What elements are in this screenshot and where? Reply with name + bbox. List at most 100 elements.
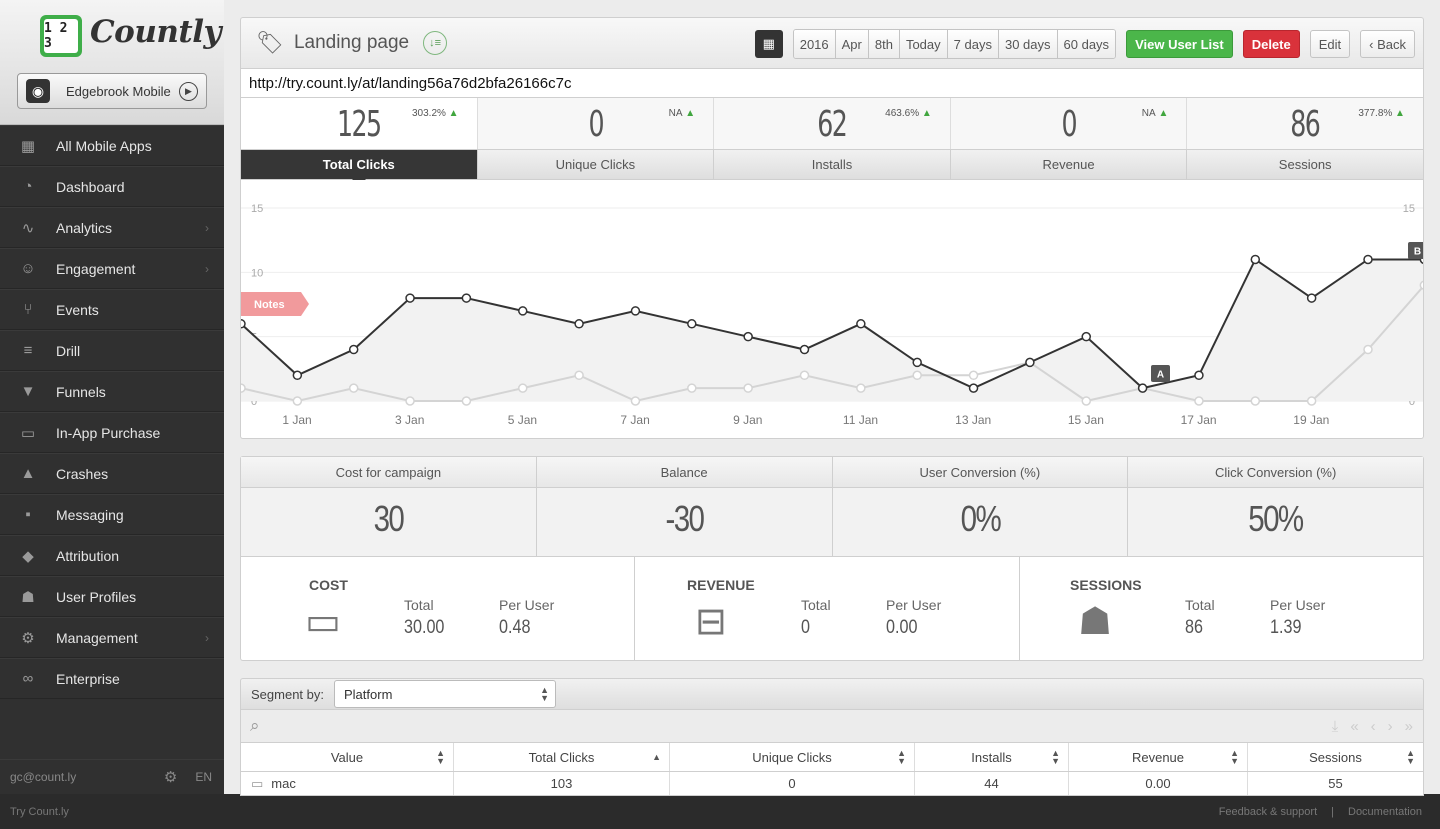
total-value: 86 bbox=[1185, 617, 1203, 638]
app-name: Edgebrook Mobile bbox=[66, 83, 171, 99]
column-header-unique-clicks[interactable]: Unique Clicks ▲ ▼ bbox=[670, 743, 915, 771]
countly-logo-icon[interactable]: 1 2 3 bbox=[40, 15, 82, 57]
tab-unique-clicks[interactable]: Unique Clicks bbox=[478, 150, 715, 179]
sidebar-item-analytics[interactable]: ∿ Analytics › bbox=[0, 207, 224, 248]
next-page-icon[interactable]: › bbox=[1388, 718, 1393, 735]
sidebar-item-label: User Profiles bbox=[56, 588, 137, 605]
stat-tabs: Total Clicks Unique Clicks Installs Revenue… bbox=[240, 149, 1424, 186]
last-page-icon[interactable]: » bbox=[1405, 718, 1413, 735]
prev-page-icon[interactable]: ‹ bbox=[1371, 718, 1376, 735]
app-icon: ◉ bbox=[26, 79, 50, 103]
table-cell: 0.00 bbox=[1069, 772, 1248, 795]
app-selector[interactable]: ◉ Edgebrook Mobile ▶ bbox=[17, 73, 207, 109]
sidebar-nav: ▦ All Mobile Apps ◔ Dashboard ∿ Analytics › ☺ En… bbox=[0, 125, 224, 699]
sidebar-item-label: Enterprise bbox=[56, 670, 120, 687]
total-label: Total bbox=[801, 597, 831, 613]
stat-card[interactable]: 0 NA ▲ bbox=[478, 98, 715, 149]
date-button-apr[interactable]: Apr bbox=[835, 30, 869, 58]
sidebar-item-label: Drill bbox=[56, 342, 81, 359]
download-icon[interactable]: ⤓ bbox=[1332, 718, 1339, 735]
card-icon: ▭ bbox=[20, 424, 36, 442]
landing-url[interactable]: http://try.count.ly/at/landing56a76d2bfa… bbox=[240, 68, 1424, 98]
table-cell: 44 bbox=[915, 772, 1069, 795]
series-point-0 bbox=[1081, 331, 1091, 342]
series-point-1 bbox=[1250, 396, 1261, 406]
sidebar-item-messaging[interactable]: ▪ Messaging bbox=[0, 494, 224, 535]
x-tick-label: 11 Jan bbox=[843, 413, 878, 427]
table-header: Value ▲ ▼ Total Clicks ▲ Unique Clicks ▲ ▼ Insta… bbox=[240, 743, 1424, 772]
series-point-0 bbox=[292, 370, 303, 381]
date-button-2016[interactable]: 2016 bbox=[793, 30, 836, 58]
delete-button[interactable]: Delete bbox=[1242, 30, 1300, 58]
series-point-0 bbox=[1137, 383, 1148, 393]
per-user-label: Per User bbox=[886, 597, 942, 613]
segment-select[interactable]: Platform ▲ ▼ bbox=[334, 680, 556, 708]
documentation-link[interactable]: Documentation bbox=[1348, 806, 1422, 818]
date-button-60-days[interactable]: 60 days bbox=[1057, 30, 1116, 58]
try-countly-link[interactable]: Try Count.ly bbox=[10, 806, 69, 818]
settings-gear-icon[interactable]: ⚙ bbox=[164, 768, 177, 786]
sidebar-item-events[interactable]: ⑂ Events bbox=[0, 289, 224, 330]
first-page-icon[interactable]: « bbox=[1350, 718, 1358, 735]
sidebar-item-label: Funnels bbox=[56, 383, 106, 400]
view-user-list-button[interactable]: View User List bbox=[1126, 30, 1233, 58]
stat-change: 303.2% ▲ bbox=[412, 108, 459, 119]
table-toolbar: ⌕ ⤓ « ‹ › » bbox=[240, 710, 1424, 743]
date-button-7-days[interactable]: 7 days bbox=[947, 30, 999, 58]
add-user-icon: ☗ bbox=[1078, 601, 1113, 643]
sidebar-item-crashes[interactable]: ▲ Crashes bbox=[0, 453, 224, 494]
column-header-installs[interactable]: Installs ▲ ▼ bbox=[915, 743, 1069, 771]
sort-icon[interactable]: ↓≡ bbox=[423, 31, 448, 55]
edit-button[interactable]: Edit bbox=[1309, 30, 1351, 58]
search-icon[interactable]: ⌕ bbox=[250, 716, 260, 736]
total-label: Total bbox=[404, 597, 434, 613]
table-cell: 0 bbox=[670, 772, 915, 795]
stat-card[interactable]: 0 NA ▲ bbox=[951, 98, 1188, 149]
user-email[interactable]: gc@count.ly bbox=[10, 770, 164, 784]
monitor-icon: ▭ bbox=[251, 775, 264, 791]
date-button-today[interactable]: Today bbox=[899, 30, 948, 58]
tab-total-clicks[interactable]: Total Clicks bbox=[241, 150, 478, 186]
stat-card[interactable]: 125 303.2% ▲ bbox=[241, 98, 478, 149]
annotation-marker: A bbox=[1151, 365, 1170, 382]
sidebar-item-engagement[interactable]: ☺ Engagement › bbox=[0, 248, 224, 289]
tab-revenue[interactable]: Revenue bbox=[951, 150, 1188, 179]
tab-sessions[interactable]: Sessions bbox=[1187, 150, 1423, 179]
series-point-0 bbox=[461, 293, 472, 303]
stat-card[interactable]: 62 463.6% ▲ bbox=[714, 98, 951, 149]
trend-up-icon: ▲ bbox=[1155, 108, 1169, 119]
column-header-total-clicks[interactable]: Total Clicks ▲ bbox=[454, 743, 670, 771]
stat-value: 0 bbox=[588, 104, 604, 145]
brand-name[interactable]: Countly bbox=[90, 14, 222, 50]
segment-bar: Segment by: Platform ▲ ▼ bbox=[240, 678, 1424, 710]
sidebar-item-dashboard[interactable]: ◔ Dashboard bbox=[0, 166, 224, 207]
tab-installs[interactable]: Installs bbox=[714, 150, 951, 179]
sidebar-item-attribution[interactable]: ◆ Attribution bbox=[0, 535, 224, 576]
sidebar-item-enterprise[interactable]: ∞ Enterprise bbox=[0, 658, 224, 699]
column-header-revenue[interactable]: Revenue ▲ ▼ bbox=[1069, 743, 1248, 771]
series-point-0 bbox=[574, 319, 584, 329]
play-circle-icon[interactable]: ▶ bbox=[179, 81, 198, 101]
sidebar-item-in-app-purchase[interactable]: ▭ In-App Purchase bbox=[0, 412, 224, 453]
sidebar-item-label: Crashes bbox=[56, 465, 109, 482]
date-button-8th[interactable]: 8th bbox=[868, 30, 900, 58]
column-header-value[interactable]: Value ▲ ▼ bbox=[241, 743, 454, 771]
feedback-link[interactable]: Feedback & support bbox=[1219, 806, 1317, 818]
back-button[interactable]: ‹ Back bbox=[1360, 30, 1415, 58]
chat-icon: ▪ bbox=[25, 506, 31, 523]
metric-value: 50% bbox=[1248, 498, 1305, 539]
date-button-30-days[interactable]: 30 days bbox=[998, 30, 1058, 58]
sidebar-item-all-mobile-apps[interactable]: ▦ All Mobile Apps bbox=[0, 125, 224, 166]
sidebar-item-label: Dashboard bbox=[56, 178, 125, 195]
sidebar-item-drill[interactable]: ≡ Drill bbox=[0, 330, 224, 371]
column-header-sessions[interactable]: Sessions ▲ ▼ bbox=[1248, 743, 1423, 771]
sidebar-item-management[interactable]: ⚙ Management › bbox=[0, 617, 224, 658]
calendar-icon[interactable]: ▦ bbox=[754, 30, 783, 58]
sidebar-item-user-profiles[interactable]: ☗ User Profiles bbox=[0, 576, 224, 617]
stat-card[interactable]: 86 377.8% ▲ bbox=[1187, 98, 1423, 149]
sidebar-item-funnels[interactable]: ▼ Funnels bbox=[0, 371, 224, 412]
marker-label: A bbox=[1157, 370, 1164, 381]
trend-up-icon: ▲ bbox=[445, 108, 459, 119]
language-selector[interactable]: EN bbox=[195, 770, 212, 784]
sidebar-item-label: Attribution bbox=[56, 547, 120, 564]
